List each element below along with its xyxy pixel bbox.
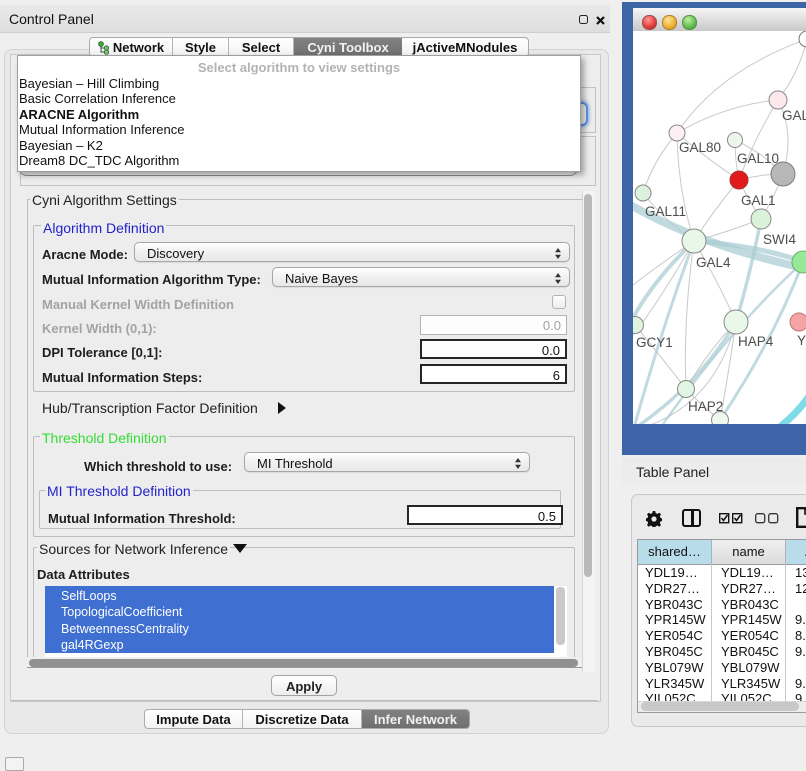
svg-text:Y: Y	[797, 333, 806, 348]
svg-text:HAP4: HAP4	[738, 334, 774, 349]
svg-text:GAL4: GAL4	[696, 255, 731, 270]
svg-text:GCY1: GCY1	[636, 335, 673, 350]
svg-text:GAL80: GAL80	[679, 140, 721, 155]
svg-text:GAL11: GAL11	[645, 204, 686, 219]
svg-text:GAL10: GAL10	[737, 151, 779, 166]
svg-text:GAL7: GAL7	[782, 108, 806, 123]
svg-text:GAL1: GAL1	[741, 193, 776, 208]
svg-text:HAP2: HAP2	[688, 399, 723, 414]
svg-text:SWI4: SWI4	[763, 232, 796, 247]
